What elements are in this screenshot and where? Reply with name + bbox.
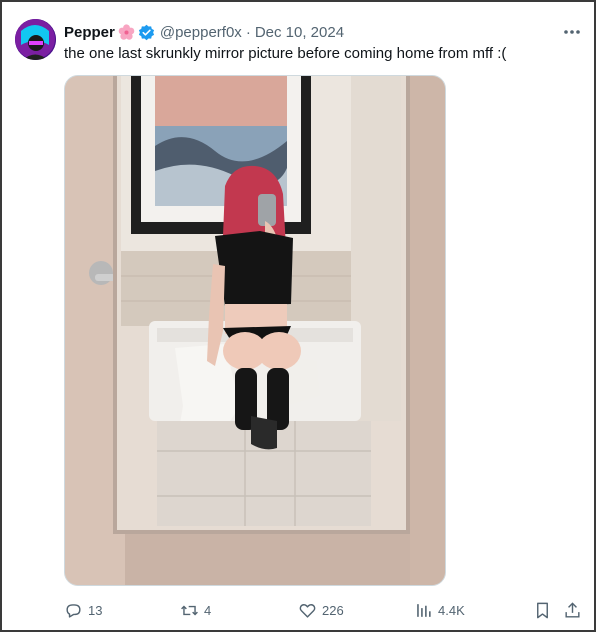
cherry-blossom-icon xyxy=(118,23,135,41)
user-handle[interactable]: @pepperf0x xyxy=(160,24,242,41)
more-icon xyxy=(564,30,580,34)
like-button[interactable]: 226 xyxy=(298,598,344,622)
like-count: 226 xyxy=(322,602,344,618)
tweet-text: the one last skrunkly mirror picture bef… xyxy=(64,45,507,62)
reply-count: 13 xyxy=(88,602,103,618)
share-icon xyxy=(565,601,580,618)
views-button[interactable]: 4.4K xyxy=(414,598,465,622)
tweet-card: Pepper @pepperf0x · Dec 10, 2024 the one… xyxy=(0,0,596,632)
repost-icon xyxy=(181,605,198,615)
avatar[interactable] xyxy=(15,19,56,60)
tweet-media[interactable] xyxy=(64,75,446,586)
mirror-selfie-photo xyxy=(65,76,445,585)
heart-icon xyxy=(299,603,316,618)
verified-badge-icon xyxy=(138,24,155,41)
share-button[interactable] xyxy=(563,598,582,622)
repost-button[interactable]: 4 xyxy=(180,598,211,622)
views-icon xyxy=(417,603,431,617)
avatar-image xyxy=(15,19,56,60)
reply-button[interactable]: 13 xyxy=(64,598,102,622)
bookmark-icon xyxy=(537,602,548,618)
action-bar: 13 4 226 4.4K xyxy=(2,598,596,622)
tweet-header: Pepper @pepperf0x · Dec 10, 2024 xyxy=(64,21,344,43)
display-name[interactable]: Pepper xyxy=(64,24,115,41)
view-count: 4.4K xyxy=(438,602,465,618)
bookmark-button[interactable] xyxy=(533,598,552,622)
post-date[interactable]: Dec 10, 2024 xyxy=(255,24,344,41)
separator-dot: · xyxy=(245,23,251,41)
repost-count: 4 xyxy=(204,602,212,618)
more-options-button[interactable] xyxy=(560,22,584,42)
reply-icon xyxy=(66,603,81,618)
